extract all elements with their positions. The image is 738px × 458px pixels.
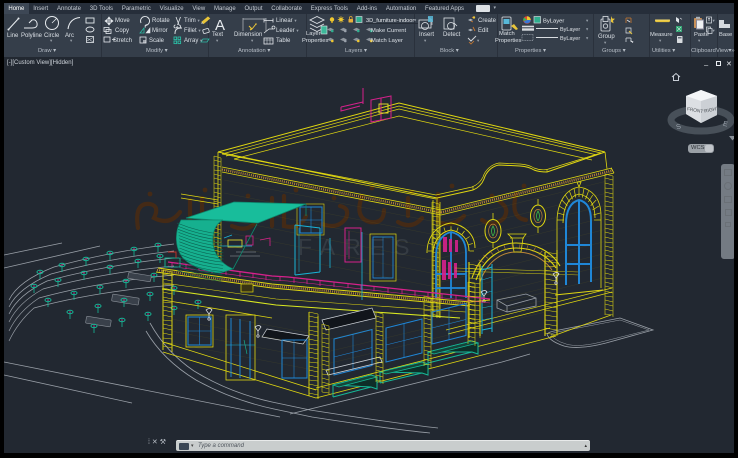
svg-text:FARES: FARES [298,234,418,260]
svg-text:▾: ▾ [713,28,716,33]
svg-text:▾: ▾ [586,18,589,23]
svg-text:▾: ▾ [414,18,417,23]
svg-text:▾: ▾ [586,36,589,41]
svg-text:ByLayer: ByLayer [560,36,580,42]
svg-text:▾: ▾ [713,18,716,23]
svg-text:ByLayer: ByLayer [543,19,564,25]
svg-text:ByLayer: ByLayer [560,27,580,33]
svg-text:▾: ▾ [586,27,589,32]
